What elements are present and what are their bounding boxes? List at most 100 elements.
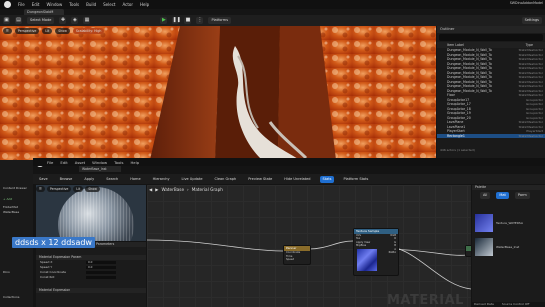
platforms-button[interactable]: Platforms [208,17,232,24]
details-row-value[interactable] [86,270,116,275]
viewport-scene [0,26,436,160]
perspective-button[interactable]: Perspective [14,28,40,34]
outliner-row[interactable]: Rectangle1 StaticMeshActor [437,133,545,138]
palette-tab-all[interactable]: All [480,192,491,199]
save-icon[interactable]: ▣ [3,17,10,24]
content-browser: Content Drawer + Add FolderMat WaterBase… [0,160,33,307]
show-button[interactable]: Show [55,28,70,34]
details-row-value[interactable]: 0.0 [86,260,116,265]
level-viewport[interactable]: ☰ Perspective Lit Show Scalability: High [0,26,436,160]
palette-thumbnail [475,214,493,232]
outliner-footer: 446 actors (1 selected) [440,148,475,152]
blueprint-icon[interactable]: ◈ [71,17,79,24]
outliner-search-input[interactable] [439,34,543,41]
clean-graph-button[interactable]: Clean Graph [211,176,239,183]
details-rows: Speed X 0.0 Speed Y 0.0 Const Coordinate Cons… [36,260,146,280]
collections-label[interactable]: Collections [0,295,33,300]
pause-icon[interactable]: ❚❚ [172,17,181,24]
menu-edit[interactable]: Edit [60,160,67,165]
material-graph[interactable]: ◀ ▶ WaterBase › Material Graph Panner Co… [147,185,471,307]
stop-icon[interactable]: ■ [184,17,192,24]
menu-window[interactable]: Window [92,160,107,165]
overlay-caption: ddsds x 12 ddsadw [12,237,95,248]
menu-window[interactable]: Window [46,2,62,7]
scalability-badge[interactable]: Scalability: High [72,28,105,34]
browse-button[interactable]: Browse [57,176,76,183]
graph-watermark: MATERIAL [387,293,464,307]
palette-item[interactable]: Texture_WATERSA [472,211,545,235]
outliner-panel: Outliner Item Label Type Dungeon_Module_… [437,26,545,162]
details-row-value[interactable]: 0.0 [86,265,116,270]
settings-button[interactable]: Settings [521,17,542,24]
palette-tab-mat[interactable]: Mat [496,192,509,199]
panner-pin[interactable]: Speed [286,258,310,262]
preview-state-button[interactable]: Preview State [245,176,275,183]
palette-thumbnail [475,238,493,256]
folder-item[interactable]: WaterBase [0,210,33,215]
viewport-menu-icon[interactable]: ☰ [3,28,12,34]
palette-item-label: WaterBase_Inst [496,245,520,249]
menu-file[interactable]: File [18,2,25,7]
folder-item[interactable]: Dino [0,270,33,275]
details-panel: Parameters Material Expression Param Spe… [36,242,146,307]
lit-button[interactable]: Lit [42,28,53,34]
sample-outputs: RGB R G B A RGBA [378,234,398,254]
unreal-logo-icon[interactable] [4,1,11,8]
menu-tools[interactable]: Tools [69,2,79,7]
hierarchy-button[interactable]: Hierarchy [150,176,173,183]
preview-lit-button[interactable]: Lit [73,186,84,192]
output-node-title [466,246,471,251]
search-button[interactable]: Search [103,176,121,183]
menu-help[interactable]: Help [130,160,139,165]
play-icon[interactable]: ▶ [160,17,168,24]
material-menubar: File Edit Asset Window Tools Help [33,158,545,166]
preview-sphere [36,185,146,241]
preview-menu-icon[interactable]: ☰ [36,186,45,192]
menu-tools[interactable]: Tools [114,160,123,165]
platform-stats-button[interactable]: Platform Stats [340,176,371,183]
panner-node[interactable]: Panner Coordinate Time Speed [283,245,311,265]
menu-help[interactable]: Help [140,2,149,7]
stats-button[interactable]: Stats [319,175,335,183]
home-button[interactable]: Home [127,176,143,183]
menu-actor[interactable]: Actor [122,2,133,7]
live-update-button[interactable]: Live Update [179,176,206,183]
menu-edit[interactable]: Edit [32,2,40,7]
material-tab[interactable]: WaterBase_Inst [79,166,121,172]
details-row-value[interactable] [86,275,116,280]
content-icon[interactable]: ▤ [15,17,22,24]
details-section-expression[interactable]: Material Expression [36,288,146,293]
viewport-toolbar: ☰ Perspective Lit Show Scalability: High [3,28,105,34]
apply-button[interactable]: Apply [81,176,97,183]
output-node[interactable] [465,245,471,257]
save-button[interactable]: Save [36,176,51,183]
menu-select[interactable]: Select [103,2,115,7]
outliner-title: Outliner [437,26,545,33]
source-control-label[interactable]: Source Control Off [502,301,529,307]
details-spacer-2 [36,280,146,288]
sample-pin[interactable]: Apply View MipBias [356,241,378,248]
add-actor-icon[interactable]: ✚ [59,17,67,24]
palette-item-label: Texture_WATERSA [496,221,523,225]
content-drawer-label[interactable]: Content Drawer [0,186,33,191]
more-options-icon[interactable]: ⋮ [196,17,204,24]
hide-unrelated-button[interactable]: Hide Unrelated [281,176,313,183]
main-menubar: File Edit Window Tools Build Select Acto… [0,0,545,9]
derived-data-label[interactable]: Derived Data [474,301,494,307]
texture-sample-node[interactable]: Texture Sample UVs Tex Apply View MipBia… [353,228,399,276]
menu-file[interactable]: File [47,160,53,165]
palette-tab-parm[interactable]: Parm [514,192,530,199]
palette-item[interactable]: WaterBase_Inst [472,235,545,259]
cinematics-icon[interactable]: ▦ [83,17,91,24]
palette-tabs: All Mat Parm [472,190,545,201]
sample-out[interactable]: RGBA [378,251,396,254]
material-preview-viewport[interactable] [36,185,146,241]
details-row-label: Const Rot [40,275,55,279]
add-button[interactable]: + Add [0,197,33,202]
preview-show-button[interactable]: Show [85,186,100,192]
preview-perspective-button[interactable]: Perspective [46,186,72,192]
status-bar: Derived Data Source Control Off [472,301,545,307]
menu-asset[interactable]: Asset [75,160,85,165]
menu-build[interactable]: Build [86,2,96,7]
select-mode-button[interactable]: Select Mode [27,17,55,24]
